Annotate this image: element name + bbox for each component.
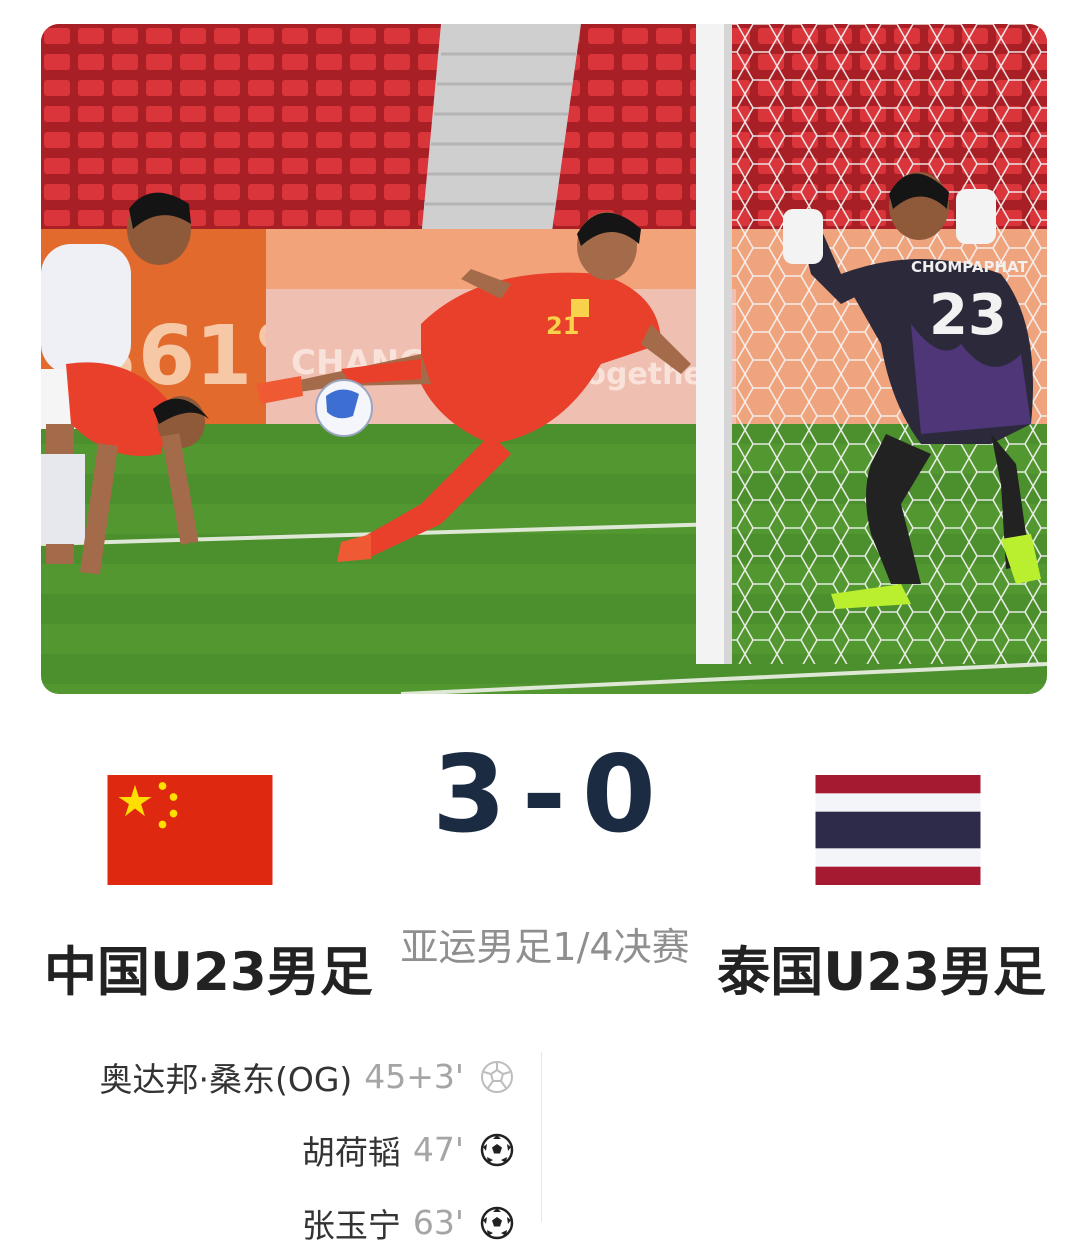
thailand-flag-icon [815,775,981,885]
china-flag-icon [107,775,273,885]
home-goal-scorers: 奥达邦·桑东(OG) 45+3' 胡荷韬 47' 张玉宁 63' [60,1040,514,1259]
keeper-name: CHOMPAPHAT [911,258,1028,276]
soccer-ball-icon [480,1206,514,1240]
scorer-name: 胡荷韬 [301,1132,401,1172]
keeper-number: 23 [929,283,1007,348]
away-team-name[interactable]: 泰国U23男足 [717,946,1046,999]
goal-event: 张玉宁 63' [60,1186,514,1259]
scorer-name: 张玉宁 [301,1205,401,1245]
match-score: 3-0 [420,742,670,848]
ball-in-photo [315,379,373,437]
scorer-name: 奥达邦·桑东(OG) [99,1059,353,1099]
away-score: 0 [582,733,658,856]
goal-event: 胡荷韬 47' [60,1113,514,1186]
goal-event: 奥达邦·桑东(OG) 45+3' [60,1040,514,1113]
scorers-divider [541,1052,542,1222]
goal-minute: 45+3' [364,1057,464,1096]
goal-minute: 47' [412,1130,464,1169]
home-score: 3 [432,733,508,856]
home-team-name[interactable]: 中国U23男足 [44,946,373,999]
competition-label: 亚运男足1/4决赛 [400,925,690,969]
goal-minute: 63' [412,1203,464,1242]
match-photo: 361° CHANG together 21 CHOMPAPHAT 23 [41,24,1047,694]
soccer-ball-icon [480,1133,514,1167]
own-goal-icon [480,1060,514,1094]
score-separator: - [522,733,568,856]
